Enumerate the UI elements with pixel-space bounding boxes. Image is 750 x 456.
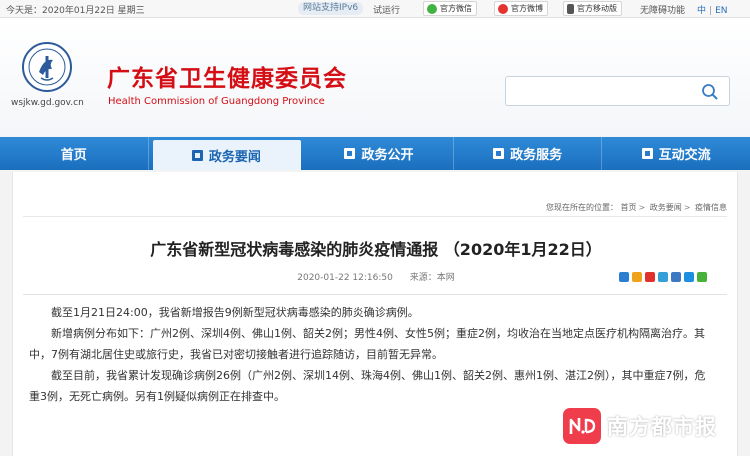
weibo-icon	[498, 3, 508, 14]
lang-en-link[interactable]: EN	[715, 6, 727, 16]
nav-home-label: 首页	[60, 148, 87, 163]
breadcrumb-epidemic[interactable]: 疫情信息	[695, 203, 727, 212]
article-paragraph: 截至1月21日24:00，我省新增报告9例新型冠状病毒感染的肺炎确诊病例。	[51, 306, 419, 319]
nav-services-label: 政务服务	[510, 148, 563, 163]
wechat-link[interactable]: 官方微信	[423, 1, 477, 16]
share-wechat-icon[interactable]	[697, 272, 707, 282]
share-tencent-icon[interactable]	[658, 272, 668, 282]
chat-icon	[641, 148, 653, 159]
share-weibo-icon[interactable]	[645, 272, 655, 282]
top-utility-bar: 今天是：2020年01月22日 星期三 网站支持IPv6 试运行 官方微信 官方…	[0, 0, 750, 18]
article-divider	[23, 294, 727, 295]
watermark-text: 南方都市报	[607, 415, 717, 439]
nav-news[interactable]: 政务要闻	[152, 140, 302, 170]
trial-label: 试运行	[373, 6, 401, 16]
site-domain: wsjkw.gd.gov.cn	[11, 98, 84, 108]
main-nav: 首页 政务要闻 政务公开 政务服务 互动交流	[0, 137, 750, 170]
wechat-icon	[427, 3, 437, 14]
mobile-label: 官方移动版	[577, 4, 617, 13]
article-body: 截至1月21日24:00，我省新增报告9例新型冠状病毒感染的肺炎确诊病例。 新增…	[29, 302, 713, 407]
breadcrumb-prefix: 您现在所在的位置：	[545, 203, 618, 212]
nav-open-gov[interactable]: 政务公开	[305, 137, 454, 170]
breadcrumb-home[interactable]: 首页	[621, 203, 637, 212]
nav-news-label: 政务要闻	[208, 149, 261, 165]
news-icon	[191, 149, 203, 161]
lang-zh-link[interactable]: 中	[697, 6, 706, 16]
mobile-link[interactable]: 官方移动版	[563, 1, 622, 16]
breadcrumb-divider	[23, 216, 727, 217]
nav-interaction[interactable]: 互动交流	[602, 137, 750, 170]
share-qzone-icon[interactable]	[632, 272, 642, 282]
accessibility-link[interactable]: 无障碍功能	[640, 3, 685, 16]
service-icon	[493, 148, 505, 159]
article-title: 广东省新型冠状病毒感染的肺炎疫情通报 （2020年1月22日）	[150, 240, 602, 259]
search-icon[interactable]	[701, 83, 719, 101]
current-date: 今天是：2020年01月22日 星期三	[6, 6, 145, 16]
share-renren-icon[interactable]	[671, 272, 681, 282]
language-switch: 中 | EN	[697, 6, 728, 16]
nav-home[interactable]: 首页	[0, 137, 149, 170]
breadcrumb: 您现在所在的位置： 首页 > 政务要闻 > 疫情信息	[545, 203, 727, 212]
nav-open-gov-label: 政务公开	[361, 148, 414, 163]
search-box	[505, 76, 730, 106]
share-bar	[619, 272, 707, 282]
article-source: 来源：本网	[409, 273, 455, 283]
site-header: wsjkw.gd.gov.cn 广东省卫生健康委员会 Health Commis…	[0, 18, 750, 136]
article-date: 2020-01-22 12:16:50	[297, 273, 393, 283]
breadcrumb-news[interactable]: 政务要闻	[650, 203, 682, 212]
share-facebook-icon[interactable]	[684, 272, 694, 282]
health-commission-emblem-icon[interactable]	[22, 42, 72, 92]
wechat-label: 官方微信	[440, 4, 472, 13]
weibo-label: 官方微博	[511, 4, 543, 13]
newspaper-watermark: 南方都市报	[563, 408, 717, 444]
share-more-icon[interactable]	[619, 272, 629, 282]
nav-services[interactable]: 政务服务	[454, 137, 603, 170]
site-title[interactable]: 广东省卫生健康委员会	[107, 59, 347, 93]
nav-interaction-label: 互动交流	[658, 148, 711, 163]
search-input[interactable]	[514, 77, 694, 105]
article-paragraph: 截至目前，我省累计发现确诊病例26例（广州2例、深圳14例、珠海4例、佛山1例、…	[29, 369, 706, 403]
open-gov-icon	[344, 148, 356, 159]
site-subtitle: Health Commission of Guangdong Province	[108, 96, 325, 107]
nandu-logo-icon	[563, 408, 601, 444]
mobile-icon	[567, 3, 574, 14]
weibo-link[interactable]: 官方微博	[494, 1, 548, 16]
article-paragraph: 新增病例分布如下：广州2例、深圳4例、佛山1例、韶关2例；男性4例、女性5例；重…	[29, 327, 705, 361]
ipv6-badge: 网站支持IPv6	[298, 2, 364, 15]
